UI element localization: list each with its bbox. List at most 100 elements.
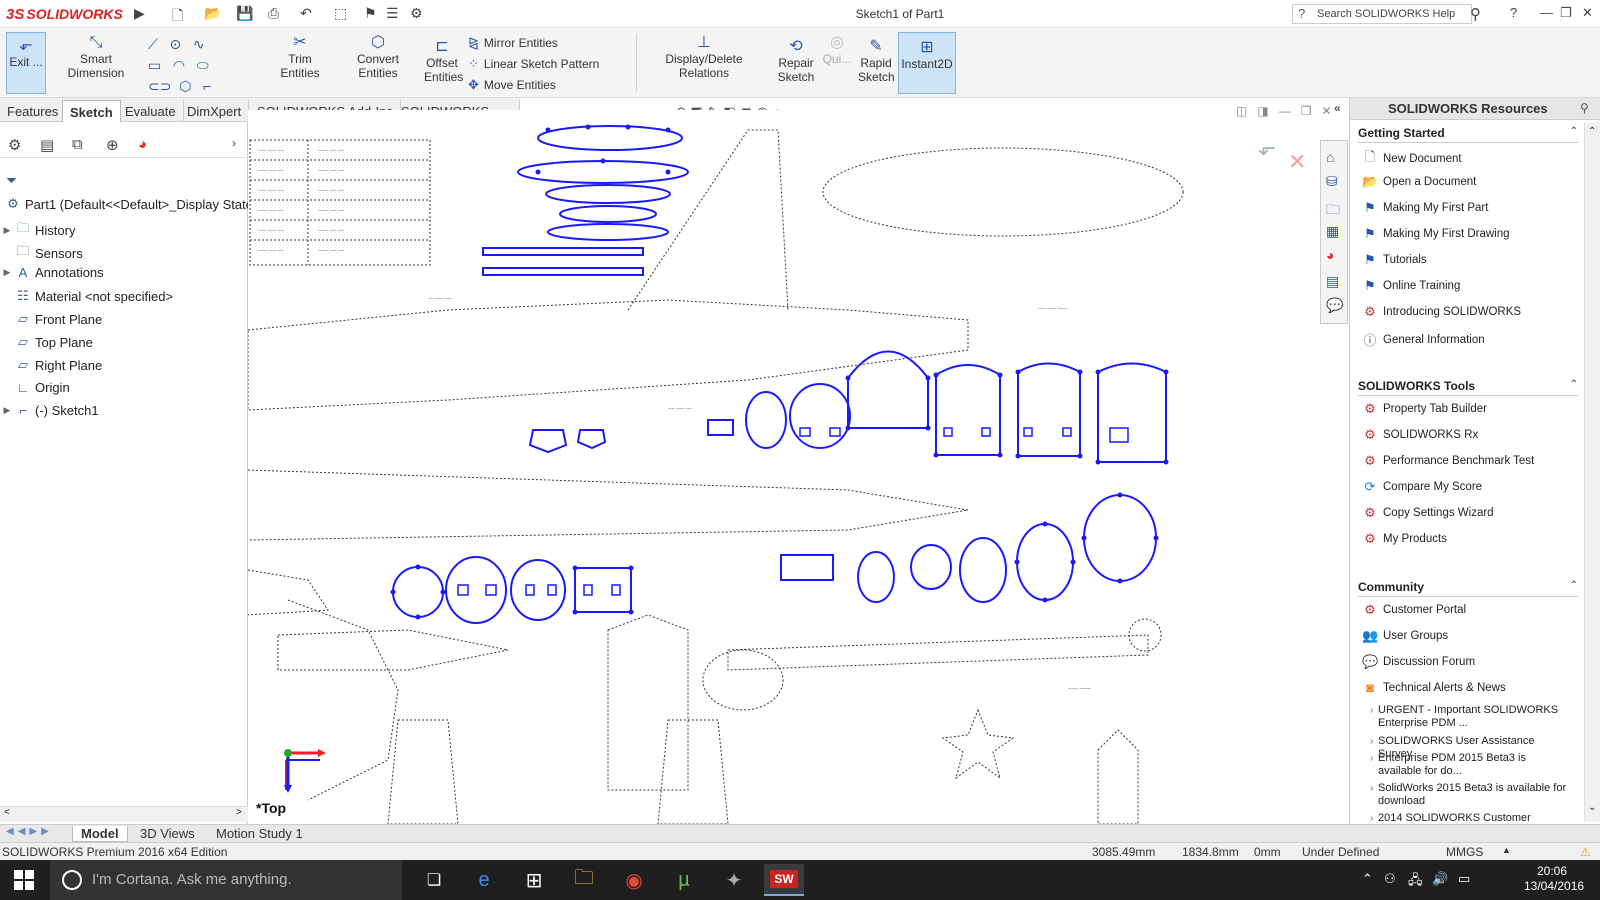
unit-system[interactable]: MMGS	[1446, 845, 1483, 859]
chevron-right-icon[interactable]: ›	[232, 136, 236, 150]
solidworks-taskbar-icon[interactable]: SW	[764, 864, 804, 896]
trim-entities-button[interactable]: ✂ Trim Entities	[268, 35, 332, 81]
home-icon[interactable]: ⌂	[1326, 149, 1334, 165]
link-performance-benchmark[interactable]: ⚙ Performance Benchmark Test	[1362, 453, 1534, 469]
close-icon[interactable]: ✕	[1582, 5, 1593, 21]
news-item[interactable]: › Enterprise PDM 2015 Beta3 is available …	[1370, 752, 1568, 778]
feature-manager-icon[interactable]: ⚙	[8, 136, 21, 154]
collapse-icon[interactable]: ⌃	[1570, 580, 1578, 591]
move-entities-button[interactable]: ✥ Move Entities	[468, 77, 556, 93]
tree-item-sketch1[interactable]: ▶ ⌐ (-) Sketch1	[0, 403, 99, 418]
tree-item-origin[interactable]: ∟ Origin	[0, 380, 70, 395]
store-icon[interactable]: ⊞	[514, 864, 554, 896]
new-document-icon[interactable]: 🗋	[172, 5, 183, 29]
scroll-up-icon[interactable]: ⌃	[1588, 126, 1596, 137]
display-manager-icon[interactable]: ◕	[138, 136, 147, 153]
tab-features[interactable]: Features	[0, 100, 67, 122]
collapse-icon[interactable]: ⌃	[1570, 379, 1578, 390]
ellipse-icon[interactable]: ⬭	[197, 57, 209, 73]
scroll-left-icon[interactable]: <	[4, 807, 10, 818]
search-icon[interactable]: ⚲	[1470, 5, 1481, 23]
rebuild-icon[interactable]: ⚑	[364, 5, 377, 22]
network-icon[interactable]: 🖧	[1408, 871, 1423, 893]
expand-arrow-icon[interactable]: ▶	[0, 267, 14, 278]
utorrent-icon[interactable]: µ	[664, 864, 704, 896]
file-explorer-icon[interactable]: 🗀	[1326, 199, 1340, 223]
display-delete-relations-button[interactable]: ⊥ Display/Delete Relations	[642, 35, 766, 81]
tray-expand-icon[interactable]: ⌃	[1362, 871, 1373, 887]
tree-item-top-plane[interactable]: ▱ Top Plane	[0, 334, 93, 350]
line-icon[interactable]: ⟋	[148, 36, 158, 52]
tree-item-material[interactable]: ☷ Material <not specified>	[0, 288, 173, 304]
link-general-information[interactable]: ⓘ General Information	[1362, 330, 1484, 349]
collapse-icon[interactable]: ⌃	[1570, 126, 1578, 137]
spline-icon[interactable]: ∿	[193, 36, 205, 52]
windows-start-icon[interactable]	[14, 870, 34, 890]
rapid-sketch-button[interactable]: ✎ Rapid Sketch	[858, 39, 895, 85]
file-properties-icon[interactable]: ☰	[386, 5, 399, 22]
appearances-icon[interactable]: ◕	[1326, 247, 1334, 263]
linear-sketch-pattern-button[interactable]: ⁘ Linear Sketch Pattern	[468, 56, 599, 72]
select-icon[interactable]: ⬚	[334, 5, 347, 22]
collapse-panel-icon[interactable]: «	[1334, 101, 1341, 115]
open-icon[interactable]: 📂	[204, 5, 221, 22]
restore-icon[interactable]: ❐	[1560, 5, 1572, 21]
tab-sketch[interactable]: Sketch	[62, 100, 121, 122]
help-question-icon[interactable]: ?	[1510, 5, 1517, 20]
menu-expand-arrow-icon[interactable]: ▶	[134, 5, 145, 22]
polygon-icon[interactable]: ⬡	[179, 78, 191, 94]
link-making-first-drawing[interactable]: ⚑ Making My First Drawing	[1362, 226, 1509, 242]
app-icon[interactable]: ✦	[714, 864, 754, 896]
unit-dropdown-arrow-icon[interactable]: ▲	[1502, 845, 1511, 855]
view-palette-icon[interactable]: ▦	[1326, 223, 1339, 240]
instant2d-button[interactable]: ⊞ Instant2D	[898, 32, 956, 94]
save-icon[interactable]: 💾	[236, 5, 253, 22]
design-library-icon[interactable]: ⛁	[1326, 173, 1338, 190]
tab-dimxpert[interactable]: DimXpert	[180, 100, 250, 122]
link-tutorials[interactable]: ⚑ Tutorials	[1362, 252, 1427, 268]
tree-item-history[interactable]: ▶ 🗀 History	[0, 219, 76, 241]
viewport-close-icon[interactable]: ✕	[1321, 104, 1331, 118]
cancel-sketch-icon[interactable]: ✕	[1288, 149, 1306, 175]
print-icon[interactable]: ⎙	[268, 5, 279, 22]
cortana-search-box[interactable]: I'm Cortana. Ask me anything.	[50, 860, 402, 900]
tree-item-front-plane[interactable]: ▱ Front Plane	[0, 311, 102, 327]
fillet-icon[interactable]: ⌐	[203, 78, 211, 94]
task-pane-scrollbar[interactable]: ⌃ ⌄	[1584, 122, 1600, 822]
link-technical-alerts[interactable]: ◙ Technical Alerts & News	[1362, 680, 1506, 695]
tree-item-annotations[interactable]: ▶ A Annotations	[0, 265, 104, 280]
pin-icon[interactable]: ⚲	[1580, 101, 1589, 115]
convert-entities-button[interactable]: ⬡ Convert Entities	[338, 35, 418, 81]
exit-sketch-corner-icon[interactable]: ⬐	[1258, 135, 1276, 161]
expand-arrow-icon[interactable]: ▶	[0, 405, 14, 416]
system-clock[interactable]: 20:06 13/04/2016	[1524, 864, 1584, 894]
chrome-icon[interactable]: ◉	[614, 864, 654, 896]
action-center-icon[interactable]: ▭	[1458, 871, 1470, 887]
link-open-document[interactable]: 📂 Open a Document	[1362, 174, 1476, 190]
scroll-down-icon[interactable]: ⌄	[1588, 802, 1596, 813]
solidworks-logo[interactable]: 3S SOLIDWORKS	[6, 4, 123, 24]
tab-motion-study-1[interactable]: Motion Study 1	[208, 826, 311, 841]
link-copy-settings-wizard[interactable]: ⚙ Copy Settings Wizard	[1362, 505, 1493, 521]
dimxpert-manager-icon[interactable]: ⊕	[106, 136, 119, 154]
mirror-entities-button[interactable]: ⧎ Mirror Entities	[468, 35, 558, 51]
news-item[interactable]: › URGENT - Important SOLIDWORKS Enterpris…	[1370, 704, 1568, 730]
link-property-tab-builder[interactable]: ⚙ Property Tab Builder	[1362, 401, 1487, 417]
graphics-area[interactable]: ----- ----- ---- ------ ---- ---- ----- -…	[248, 110, 1203, 824]
split-view-2-icon[interactable]: ◨	[1257, 104, 1268, 118]
undo-icon[interactable]: ↶	[300, 5, 312, 22]
link-new-document[interactable]: 🗋 New Document	[1362, 148, 1462, 170]
tree-root-part1[interactable]: ⚙ Part1 (Default<<Default>_Display State	[4, 196, 253, 212]
link-user-groups[interactable]: 👥 User Groups	[1362, 628, 1448, 644]
repair-sketch-button[interactable]: ⟲ Repair Sketch	[774, 39, 818, 85]
tab-navigation-arrows-icon[interactable]: ◀◀▶▶	[6, 826, 53, 837]
feature-manager-scrollbar[interactable]: < >	[0, 806, 248, 822]
custom-properties-icon[interactable]: ▤	[1326, 273, 1339, 290]
smart-dimension-button[interactable]: ⤡ Smart Dimension	[50, 35, 142, 81]
quick-snaps-button[interactable]: ◎ Qui...	[822, 35, 852, 67]
link-discussion-forum[interactable]: 💬 Discussion Forum	[1362, 654, 1475, 670]
scroll-right-icon[interactable]: >	[236, 807, 242, 818]
news-item[interactable]: › SolidWorks 2015 Beta3 is available for …	[1370, 782, 1568, 808]
rectangle-icon[interactable]: ▭	[148, 57, 161, 73]
volume-icon[interactable]: 🔊	[1432, 871, 1448, 887]
